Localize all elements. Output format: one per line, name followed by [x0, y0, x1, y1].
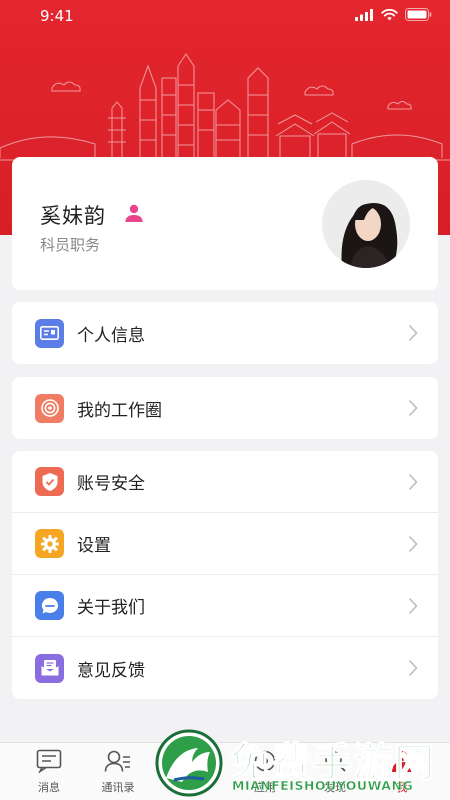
battery-icon: [405, 8, 432, 21]
menu-item-personal-info[interactable]: 个人信息: [12, 302, 438, 364]
status-time: 9:41: [40, 7, 74, 25]
menu-item-label: 个人信息: [77, 325, 145, 346]
menu-item-work-circle[interactable]: 我的工作圈: [12, 377, 438, 439]
shield-check-icon: [35, 467, 64, 496]
menu-group-circle: 我的工作圈: [12, 377, 438, 439]
target-icon: [35, 393, 64, 423]
cellular-signal-icon: [355, 8, 373, 21]
tab-messages[interactable]: 消息: [19, 749, 79, 795]
user-name: 奚妹韵: [40, 204, 106, 228]
menu-item-settings[interactable]: 设置: [12, 513, 438, 575]
watermark: 免费手游网 MIANFEISHOUYOUWANG: [152, 726, 450, 800]
chat-bubble-icon: [35, 591, 64, 620]
gear-icon: [35, 529, 64, 558]
menu-group-settings: 账号安全 设置 关于我们 意见反馈: [12, 451, 438, 699]
id-card-icon: [35, 318, 64, 348]
chevron-right-icon: [408, 324, 418, 342]
chevron-right-icon: [408, 473, 418, 491]
status-icons: [355, 8, 432, 21]
menu-item-account-security[interactable]: 账号安全: [12, 451, 438, 513]
menu-item-about-us[interactable]: 关于我们: [12, 575, 438, 637]
user-job-title: 科员职务: [40, 236, 101, 254]
watermark-logo: [155, 729, 223, 797]
avatar[interactable]: [322, 180, 410, 268]
avatar-portrait: [322, 180, 410, 268]
chevron-right-icon: [408, 597, 418, 615]
tab-label: 消息: [38, 781, 60, 794]
watermark-subtitle: MIANFEISHOUYOUWANG: [232, 778, 414, 793]
profile-card[interactable]: 奚妹韵 科员职务: [12, 157, 438, 290]
envelope-icon: [35, 653, 64, 683]
contacts-icon: [104, 750, 130, 772]
menu-group-profile: 个人信息: [12, 302, 438, 364]
chevron-right-icon: [408, 535, 418, 553]
menu-item-label: 账号安全: [77, 474, 145, 494]
wifi-icon: [381, 8, 398, 20]
city-skyline-illustration: [0, 53, 450, 161]
status-bar: 9:41: [0, 0, 450, 34]
tab-label: 通讯录: [101, 781, 135, 794]
menu-item-label: 意见反馈: [77, 660, 145, 681]
chevron-right-icon: [408, 659, 418, 677]
menu-item-feedback[interactable]: 意见反馈: [12, 637, 438, 699]
chevron-right-icon: [408, 399, 418, 417]
tab-contacts[interactable]: 通讯录: [88, 749, 148, 795]
menu-item-label: 我的工作圈: [77, 400, 162, 421]
menu-item-label: 设置: [77, 536, 111, 556]
person-icon: [125, 204, 143, 222]
message-icon: [36, 749, 62, 774]
menu-item-label: 关于我们: [77, 598, 145, 618]
